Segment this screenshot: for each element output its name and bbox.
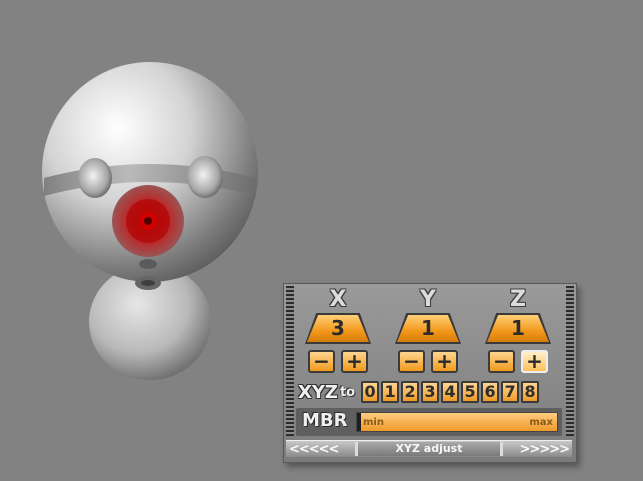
value-x: 3: [331, 316, 345, 340]
xyz-to-label: to: [339, 384, 356, 400]
value-display-x: 3: [305, 313, 371, 344]
z-plus-button[interactable]: +: [521, 350, 548, 373]
footer-title: XYZ adjust: [355, 442, 503, 456]
digit-button-7[interactable]: 7: [501, 381, 520, 403]
axis-label-x: X: [329, 287, 347, 312]
z-minus-button[interactable]: −: [488, 350, 515, 373]
y-plus-button[interactable]: +: [431, 350, 458, 373]
x-plus-button[interactable]: +: [341, 350, 368, 373]
mbr-row: MBR min max: [296, 408, 562, 436]
slider-min-label: min: [363, 417, 384, 428]
value-display-y: 1: [395, 313, 461, 344]
digit-button-8[interactable]: 8: [521, 381, 540, 403]
digit-button-0[interactable]: 0: [361, 381, 380, 403]
mbr-label: MBR: [302, 410, 348, 431]
value-y: 1: [421, 316, 435, 340]
right-rail: [566, 286, 574, 436]
axis-column-x: X 3 − +: [302, 288, 374, 373]
x-minus-button[interactable]: −: [308, 350, 335, 373]
xyz-title: XYZ: [298, 381, 338, 403]
digit-button-1[interactable]: 1: [381, 381, 400, 403]
small-hole-1: [139, 259, 157, 269]
footer-bar[interactable]: <<<<< XYZ adjust >>>>>: [286, 440, 572, 457]
axis-column-y: Y 1 − +: [392, 288, 464, 373]
footer-right-arrows[interactable]: >>>>>: [517, 442, 572, 457]
right-socket: [187, 156, 223, 198]
digit-button-5[interactable]: 5: [461, 381, 480, 403]
xyz-control-panel: X 3 − + Y 1 − + Z 1 − + XYZ to 0 1 2 3 4…: [283, 283, 577, 463]
xyz-to-row: XYZ to 0 1 2 3 4 5 6 7 8: [298, 381, 541, 403]
digit-button-6[interactable]: 6: [481, 381, 500, 403]
slider-max-label: max: [529, 417, 553, 428]
mbr-slider-thumb[interactable]: [357, 413, 361, 431]
value-display-z: 1: [485, 313, 551, 344]
left-rail: [286, 286, 294, 436]
left-socket: [78, 158, 112, 198]
value-z: 1: [511, 316, 525, 340]
footer-left-arrows[interactable]: <<<<<: [286, 442, 341, 457]
axis-column-z: Z 1 − +: [482, 288, 554, 373]
y-minus-button[interactable]: −: [398, 350, 425, 373]
digit-button-4[interactable]: 4: [441, 381, 460, 403]
digit-button-2[interactable]: 2: [401, 381, 420, 403]
axis-label-z: Z: [510, 287, 526, 312]
axis-label-y: Y: [420, 287, 436, 312]
digit-button-3[interactable]: 3: [421, 381, 440, 403]
mbr-slider[interactable]: min max: [356, 412, 558, 432]
